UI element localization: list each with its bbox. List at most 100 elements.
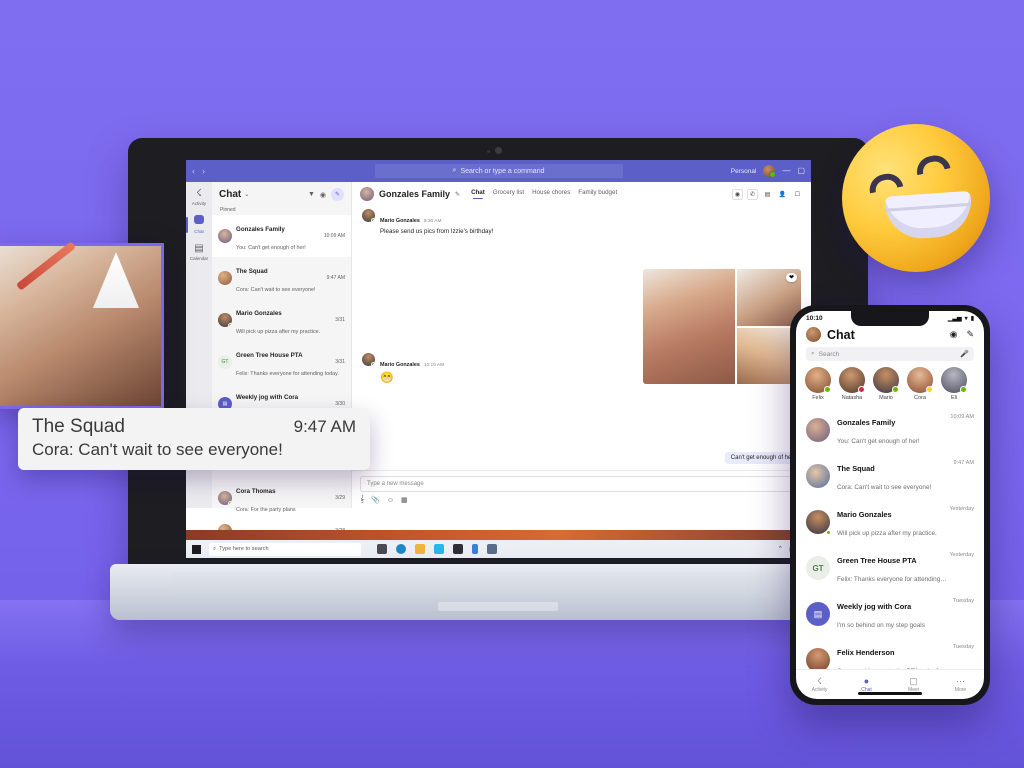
- avatar: [362, 353, 375, 366]
- screen-share-icon[interactable]: ▤: [762, 188, 773, 200]
- phone-chat-item-mario-gonzales[interactable]: Mario Gonzales Will pick up pizza after …: [796, 499, 984, 545]
- back-icon[interactable]: ‹: [192, 166, 195, 176]
- phone-chat-item-the-squad[interactable]: The Squad Cora: Can't wait to see everyo…: [796, 453, 984, 499]
- forward-icon[interactable]: ›: [202, 166, 205, 176]
- reaction-badge[interactable]: ❤: [785, 273, 797, 282]
- avatar: [218, 313, 232, 327]
- emoji-icon[interactable]: ☺: [387, 497, 394, 504]
- more-icon[interactable]: ☐: [792, 188, 803, 200]
- new-chat-icon[interactable]: ✎: [966, 329, 974, 340]
- nav-item-more[interactable]: ⋯ More: [937, 676, 984, 693]
- video-call-icon[interactable]: ◉: [732, 188, 743, 200]
- message-input[interactable]: Type a new message: [360, 476, 803, 492]
- nav-item-chat[interactable]: ● Chat: [843, 676, 890, 693]
- chat-list-item-the-squad[interactable]: The Squad Cora: Can't wait to see everyo…: [212, 257, 351, 299]
- chat-preview: Cora: For the party plans: [236, 507, 296, 513]
- message-composer: Type a new message 𝄞 📎 ☺ ▦ ➤: [352, 470, 811, 508]
- avatar: [941, 367, 967, 393]
- person-natasha[interactable]: Natasha: [838, 367, 866, 401]
- attach-icon[interactable]: 📎: [371, 496, 380, 504]
- tab-chat[interactable]: Chat: [471, 189, 485, 199]
- chat-time: 10:09 AM: [323, 233, 345, 239]
- teams-titlebar: ‹ › ⌕ Search or type a command Personal …: [186, 160, 811, 182]
- chat-preview: You: Can't get enough of her!: [837, 438, 920, 445]
- filter-icon[interactable]: ▼: [308, 191, 315, 198]
- avatar[interactable]: [806, 327, 821, 342]
- phone-chat-item-gonzales-family[interactable]: Gonzales Family You: Can't get enough of…: [796, 407, 984, 453]
- person-felix[interactable]: Felix: [804, 367, 832, 401]
- sidebar-item-calendar[interactable]: ▤ Calendar: [187, 243, 211, 261]
- notification-toast[interactable]: The Squad 9:47 AM Cora: Can't wait to se…: [18, 408, 370, 470]
- phone-search-input[interactable]: ⌕ Search 🎤: [806, 347, 974, 361]
- page-title: Chat: [827, 327, 855, 342]
- tab-house-chores[interactable]: House chores: [532, 189, 570, 199]
- calendar-icon: ▤: [194, 243, 204, 254]
- person-eli[interactable]: Eli: [940, 367, 968, 401]
- message-author: Mario Gonzales: [380, 362, 420, 368]
- webcam-icon: [495, 147, 502, 154]
- add-people-icon[interactable]: 👤: [777, 188, 788, 200]
- titlebar-right: Personal — ▢: [731, 165, 805, 178]
- trackpad: [438, 602, 558, 611]
- sidebar-item-chat[interactable]: Chat: [186, 215, 211, 234]
- global-search-input[interactable]: ⌕ Search or type a command: [374, 164, 623, 178]
- phone-search-placeholder: Search: [818, 350, 840, 358]
- giphy-icon[interactable]: ▦: [401, 496, 408, 504]
- phone-chat-item-weekly-jog-with-cora[interactable]: ▤ Weekly jog with Cora I'm so behind on …: [796, 591, 984, 637]
- phone-chat-item-felix-henderson[interactable]: Felix Henderson Can you drive me to the …: [796, 637, 984, 669]
- new-chat-button[interactable]: ✎: [331, 188, 344, 201]
- conversation-panel: Gonzales Family ✎ Chat Grocery list Hous…: [352, 182, 811, 508]
- person-mario[interactable]: Mario: [872, 367, 900, 401]
- laptop-lid: ‹ › ⌕ Search or type a command Personal …: [128, 138, 868, 570]
- avatar: [218, 491, 232, 505]
- more-icon: ⋯: [956, 676, 965, 686]
- microphone-icon[interactable]: 🎤: [960, 350, 969, 358]
- nav-item-meet[interactable]: ▢ Meet: [890, 676, 937, 693]
- chat-list-item-mario-gonzales[interactable]: Mario Gonzales Will pick up pizza after …: [212, 299, 351, 341]
- format-icon[interactable]: 𝄞: [360, 496, 364, 504]
- avatar[interactable]: [763, 165, 777, 178]
- phone-chat-list: Gonzales Family You: Can't get enough of…: [796, 407, 984, 669]
- chat-name: Weekly jog with Cora: [236, 394, 299, 401]
- edit-icon[interactable]: ✎: [455, 191, 460, 198]
- tab-grocery-list[interactable]: Grocery list: [493, 189, 524, 199]
- chat-icon: ●: [863, 676, 870, 686]
- chevron-up-icon[interactable]: ^: [779, 546, 782, 553]
- person-name: Felix: [812, 395, 824, 401]
- phone-device: 10:10 ▁▃▅ ▾ ▮ Chat ◉ ✎ ⌕ Search 🎤 Felix …: [790, 305, 990, 705]
- emoji-eye-right: [913, 152, 951, 176]
- person-cora[interactable]: Cora: [906, 367, 934, 401]
- chat-list-item-gonzales-family[interactable]: Gonzales Family You: Can't get enough of…: [212, 215, 351, 257]
- chat-time: 3/31: [335, 359, 345, 365]
- nav-arrows[interactable]: ‹ ›: [192, 166, 205, 176]
- chat-time: 3/29: [335, 495, 345, 501]
- meet-now-icon[interactable]: ◉: [320, 191, 326, 199]
- maximize-button[interactable]: ▢: [797, 167, 805, 175]
- photo-collage-attachment[interactable]: [643, 269, 801, 384]
- task-view-icon[interactable]: [377, 544, 387, 554]
- conversation-actions: ◉ ✆ ▤ 👤 ☐: [732, 188, 803, 200]
- store-icon[interactable]: [453, 544, 463, 554]
- teams-icon[interactable]: [472, 544, 478, 554]
- chat-list-item-cora-thomas[interactable]: Cora Thomas Cora: For the party plans 3/…: [212, 477, 351, 519]
- audio-call-icon[interactable]: ✆: [747, 188, 758, 200]
- phone-chat-item-green-tree-house-pta[interactable]: GT Green Tree House PTA Felix: Thanks ev…: [796, 545, 984, 591]
- chat-list-item-green-tree-house-pta[interactable]: GT Green Tree House PTA Felix: Thanks ev…: [212, 341, 351, 383]
- taskbar-apps: [377, 544, 497, 554]
- chat-name: The Squad: [236, 268, 268, 275]
- chat-time: Tuesday: [952, 644, 974, 650]
- search-icon: ⌕: [811, 350, 815, 357]
- mail-icon[interactable]: [434, 544, 444, 554]
- sidebar-item-activity[interactable]: ☇ Activity: [187, 188, 211, 206]
- speaker-icon[interactable]: [487, 544, 497, 554]
- nav-item-activity[interactable]: ☇ Activity: [796, 676, 843, 693]
- windows-icon[interactable]: [192, 544, 201, 554]
- tab-family-budget[interactable]: Family budget: [578, 189, 617, 199]
- chevron-down-icon[interactable]: ⌄: [244, 191, 249, 198]
- meet-now-icon[interactable]: ◉: [950, 329, 958, 340]
- file-explorer-icon[interactable]: [415, 544, 425, 554]
- taskbar-search-input[interactable]: ⌕ Type here to search: [209, 542, 361, 556]
- avatar: [806, 510, 831, 535]
- edge-icon[interactable]: [396, 544, 406, 554]
- minimize-button[interactable]: —: [782, 167, 790, 175]
